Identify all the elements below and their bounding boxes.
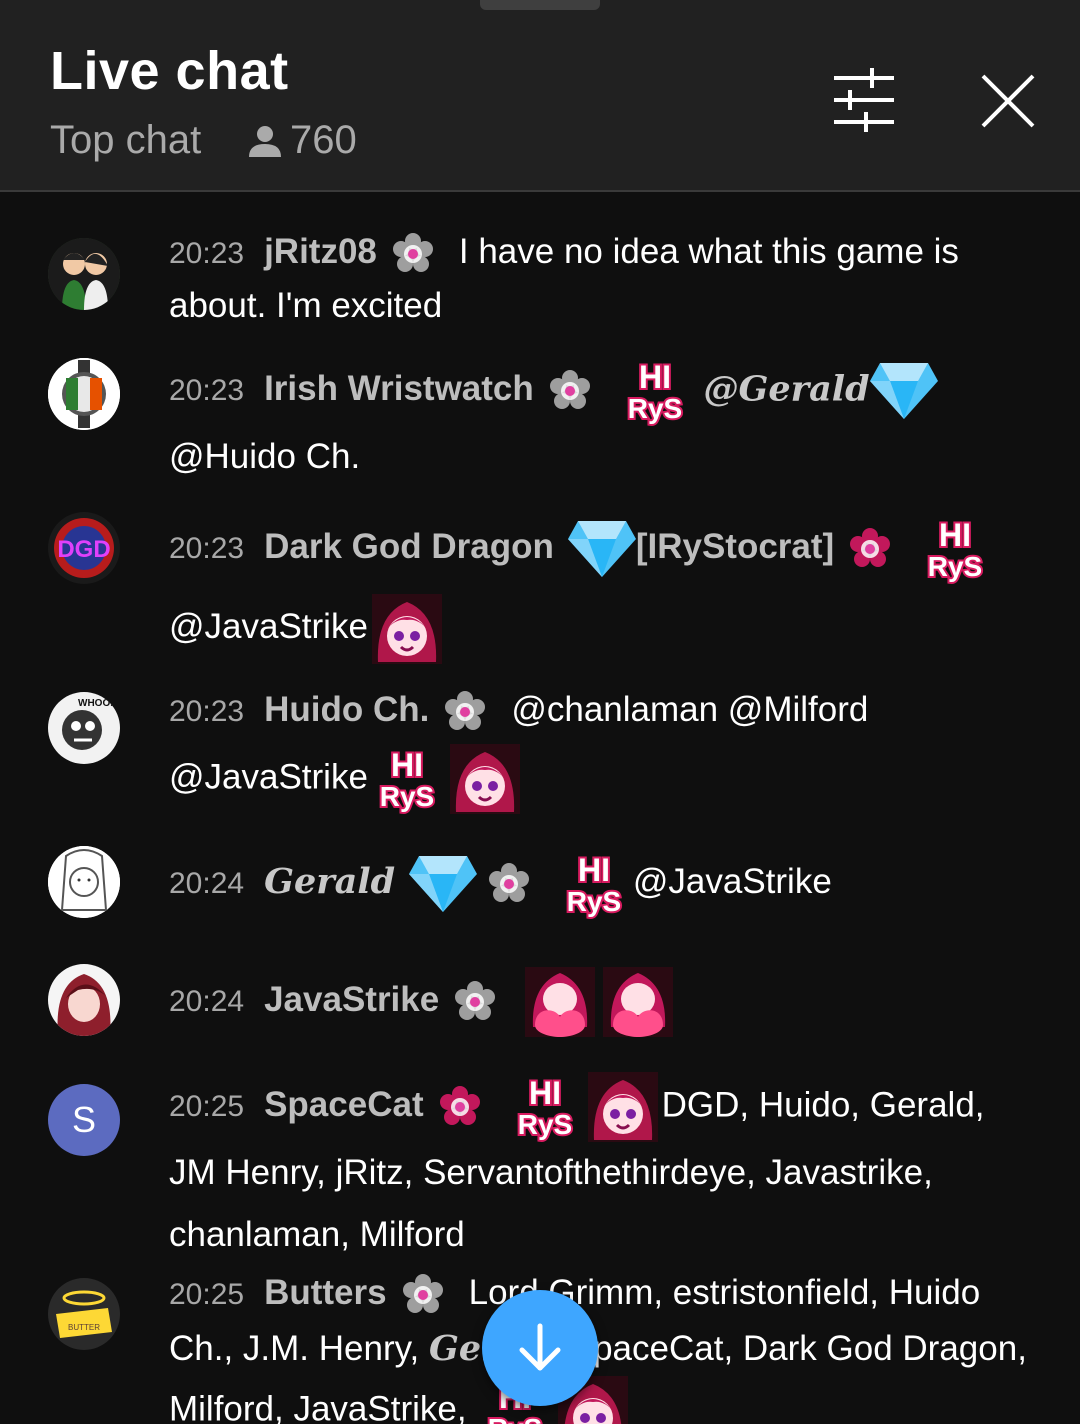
- message-text: Milford, JavaStrike,: [169, 1389, 467, 1424]
- member-badge-icon: [453, 980, 497, 1024]
- message-text: @JavaStrike: [169, 757, 368, 797]
- filter-button[interactable]: [832, 68, 896, 132]
- avatar[interactable]: [48, 358, 120, 430]
- scroll-to-bottom-button[interactable]: [482, 1290, 598, 1406]
- close-icon: [981, 74, 1035, 128]
- message-time: 20:23: [169, 695, 245, 728]
- message-time: 20:24: [169, 985, 245, 1018]
- message-body: 20:25 SpaceCat DGD, Huido, Gerald, JM Henry…: [169, 1072, 1029, 1266]
- chat-header: Live chat Top chat 760: [0, 0, 1080, 192]
- irys-emoji: [372, 594, 442, 664]
- viewer-count: 760: [248, 118, 357, 163]
- message-mention[interactable]: @Gerald: [704, 368, 870, 409]
- hi-rys-emoji: [559, 849, 629, 919]
- message-time: 20:25: [169, 1090, 245, 1124]
- message-time: 20:23: [169, 532, 245, 565]
- avatar[interactable]: DGD: [48, 512, 120, 584]
- message-time: 20:23: [169, 374, 245, 408]
- member-badge-icon: [401, 1273, 445, 1317]
- member-badge-icon: [391, 232, 435, 276]
- avatar-image: [48, 358, 120, 430]
- member-tag: [IRyStocrat]: [635, 527, 835, 566]
- message-body: 20:23 jRitz08 I have no idea what this gam…: [169, 226, 1029, 332]
- avatar-image: BUTTER: [48, 1278, 120, 1350]
- message-text: SpaceCat, Dark God Dragon,: [569, 1329, 1027, 1368]
- chat-title: Live chat: [50, 41, 289, 101]
- avatar[interactable]: BUTTER: [48, 1278, 120, 1350]
- message-author[interactable]: Huido Ch.: [264, 690, 429, 729]
- svg-text:WHOOP: WHOOP: [78, 698, 117, 709]
- message-text: Ch., J.M. Henry,: [169, 1329, 420, 1368]
- avatar[interactable]: [48, 846, 120, 918]
- drag-handle[interactable]: [480, 0, 600, 10]
- message-body: 20:23 Irish Wristwatch @Gerald @Huido Ch.: [169, 356, 1029, 488]
- message-body: 20:25 Butters Lord Grimm, estristonfield, …: [169, 1266, 1029, 1424]
- message-time: 20:25: [169, 1278, 245, 1311]
- hi-rys-emoji: [920, 514, 990, 584]
- irys-emoji: [588, 1072, 658, 1142]
- message-time: 20:23: [169, 237, 245, 270]
- svg-text:DGD: DGD: [57, 536, 110, 563]
- avatar-letter: S: [71, 1099, 96, 1140]
- irys-heart-emoji: [525, 967, 595, 1037]
- message-text: @chanlaman @Milford: [511, 690, 869, 729]
- hi-rys-emoji: [372, 744, 442, 814]
- message-text: DGD, Huido, Gerald,: [661, 1085, 985, 1125]
- member-badge-icon: [438, 1085, 482, 1129]
- message-author[interactable]: SpaceCat: [264, 1085, 424, 1124]
- avatar[interactable]: WHOOP: [48, 692, 120, 764]
- message-author[interactable]: Gerald: [264, 861, 395, 902]
- message-author[interactable]: Butters: [264, 1273, 387, 1312]
- arrow-down-icon: [519, 1323, 561, 1371]
- chat-mode-selector[interactable]: Top chat: [50, 118, 201, 163]
- message-author[interactable]: JavaStrike: [264, 980, 439, 1019]
- avatar-image: [48, 238, 120, 310]
- avatar-image: DGD: [48, 512, 120, 584]
- message-author[interactable]: Irish Wristwatch: [264, 369, 534, 408]
- message-body: 20:24 JavaStrike: [169, 964, 1029, 1038]
- avatar[interactable]: S: [48, 1084, 120, 1156]
- diamond-emoji: [409, 854, 477, 914]
- diamond-emoji: [568, 519, 636, 579]
- avatar[interactable]: [48, 964, 120, 1036]
- message-author[interactable]: Dark God Dragon: [264, 527, 554, 566]
- message-author[interactable]: jRitz08: [264, 232, 377, 271]
- avatar-image: [48, 964, 120, 1036]
- member-badge-icon: [487, 862, 531, 906]
- irys-heart-emoji: [603, 967, 673, 1037]
- diamond-emoji: [870, 361, 938, 421]
- message-text: JM Henry, jRitz, Servantofthethirdeye, J…: [169, 1153, 933, 1254]
- message-text: @JavaStrike: [169, 607, 368, 646]
- member-badge-icon: [848, 527, 892, 571]
- chat-feed[interactable]: 20:23 jRitz08 I have no idea what this gam…: [0, 192, 1080, 1424]
- message-text: @JavaStrike: [632, 862, 832, 901]
- message-body: 20:24 Gerald @JavaStrike: [169, 846, 1029, 920]
- svg-text:BUTTER: BUTTER: [68, 1323, 100, 1332]
- member-badge-icon: [548, 369, 592, 413]
- avatar-image: WHOOP: [48, 692, 120, 764]
- viewer-count-value: 760: [290, 118, 357, 162]
- person-icon: [249, 125, 281, 157]
- avatar-image: [48, 846, 120, 918]
- message-body: 20:23 Huido Ch. @chanlaman @Milford @JavaSt…: [169, 678, 1029, 814]
- avatar[interactable]: [48, 238, 120, 310]
- message-text: @Huido Ch.: [169, 437, 361, 476]
- close-button[interactable]: [975, 68, 1041, 134]
- hi-rys-emoji: [620, 356, 690, 426]
- member-badge-icon: [443, 690, 487, 734]
- tune-icon: [834, 68, 894, 132]
- hi-rys-emoji: [510, 1072, 580, 1142]
- irys-emoji: [450, 744, 520, 814]
- message-time: 20:24: [169, 867, 245, 900]
- message-body: 20:23 Dark God Dragon [IRyStocrat] @JavaStr…: [169, 508, 1029, 666]
